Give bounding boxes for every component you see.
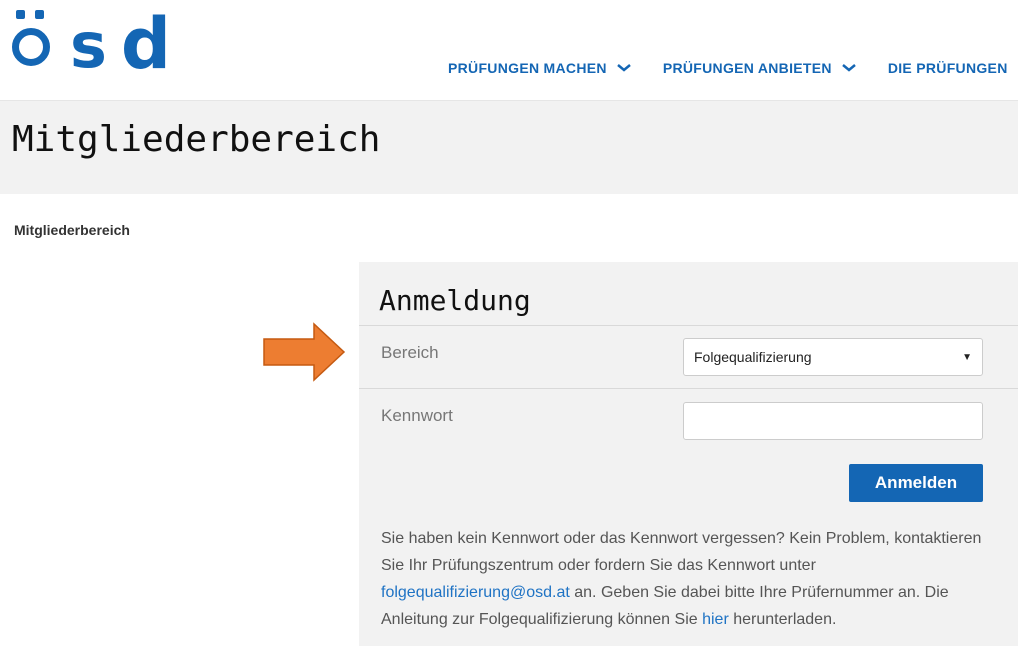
nav-item-pruefungen-machen[interactable]: PRÜFUNGEN MACHEN (448, 60, 631, 76)
help-text-part: Sie haben kein Kennwort oder das Kennwor… (381, 530, 982, 574)
login-panel: Anmeldung Bereich Folgequalifizierung ▼ … (359, 262, 1018, 646)
arrow-right-icon (263, 322, 346, 382)
breadcrumb: Mitgliederbereich (14, 222, 130, 238)
nav-item-label: PRÜFUNGEN ANBIETEN (662, 60, 832, 76)
osd-logo[interactable]: s d (10, 3, 172, 85)
title-band: Mitgliederbereich (0, 100, 1018, 194)
page-title: Mitgliederbereich (12, 119, 381, 160)
main-nav: PRÜFUNGEN MACHEN PRÜFUNGEN ANBIETEN DIE … (448, 60, 1018, 76)
nav-item-label: PRÜFUNGEN MACHEN (448, 60, 607, 76)
chevron-down-icon (842, 64, 856, 72)
dropdown-caret-icon: ▼ (962, 351, 972, 363)
email-link[interactable]: folgequalifizierung@osd.at (381, 584, 570, 601)
nav-item-label: DIE PRÜFUNGEN (887, 60, 1008, 76)
password-input[interactable] (683, 402, 983, 440)
help-text-part: herunterladen. (728, 611, 837, 628)
logo-o-umlaut (10, 6, 50, 74)
guide-download-link[interactable]: hier (702, 611, 729, 628)
nav-item-die-pruefungen[interactable]: DIE PRÜFUNGEN (888, 60, 1008, 76)
login-button[interactable]: Anmelden (849, 464, 983, 502)
password-help-text: Sie haben kein Kennwort oder das Kennwor… (381, 525, 993, 633)
nav-item-pruefungen-anbieten[interactable]: PRÜFUNGEN ANBIETEN (663, 60, 856, 76)
logo-letter-d: d (120, 3, 172, 85)
divider (359, 325, 1018, 326)
chevron-down-icon (617, 64, 631, 72)
divider (359, 388, 1018, 389)
password-label: Kennwort (381, 406, 453, 425)
page: s d PRÜFUNGEN MACHEN PRÜFUNGEN ANBIETEN … (0, 0, 1018, 646)
site-header: s d PRÜFUNGEN MACHEN PRÜFUNGEN ANBIETEN … (0, 0, 1018, 100)
area-select-value: Folgequalifizierung (694, 349, 812, 365)
login-heading: Anmeldung (379, 284, 531, 317)
logo-letter-s: s (70, 9, 107, 82)
area-label: Bereich (381, 343, 439, 362)
area-select[interactable]: Folgequalifizierung ▼ (683, 338, 983, 376)
